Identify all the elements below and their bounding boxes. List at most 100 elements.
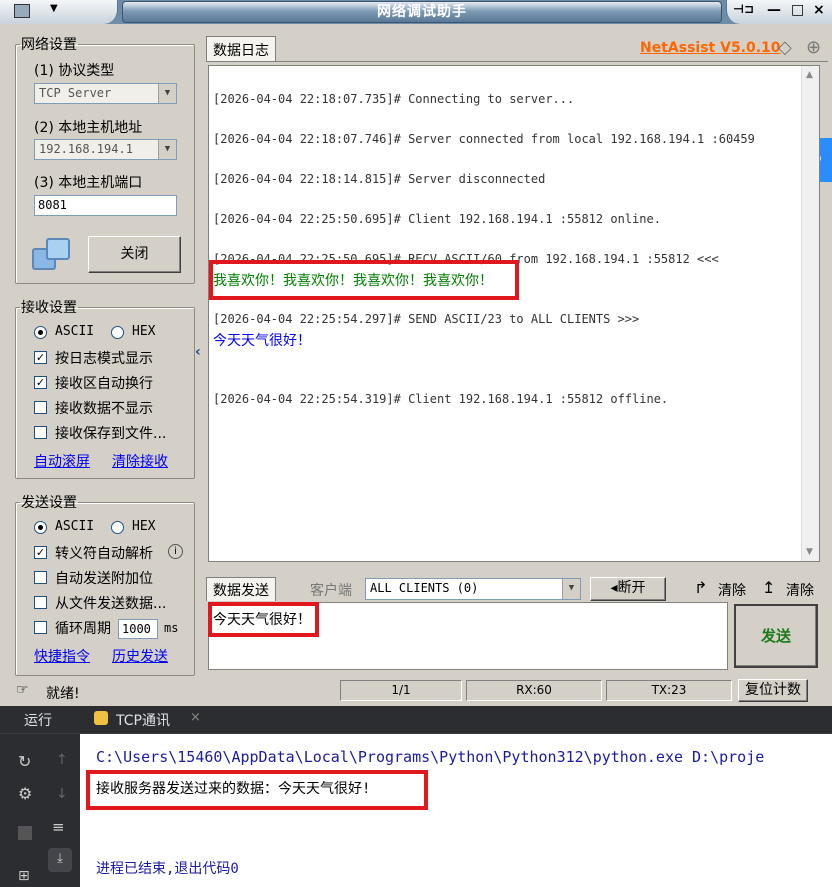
log-entry: [2026-04-04 22:18:07.735]# Connecting to… xyxy=(213,92,575,106)
host-select[interactable]: 192.168.194.1 ▼ xyxy=(34,139,177,160)
clear-all-icon[interactable]: ↥ xyxy=(762,578,775,597)
layout-icon[interactable]: ⊞ xyxy=(18,868,30,884)
receive-option-checkbox[interactable] xyxy=(34,401,47,414)
up-icon[interactable]: ↑ xyxy=(56,752,68,768)
chevron-down-icon[interactable]: ▼ xyxy=(562,579,580,599)
port-label: (3) 本地主机端口 xyxy=(34,175,143,191)
down-icon[interactable]: ↓ xyxy=(56,786,68,802)
send-option-checkbox[interactable] xyxy=(34,571,47,584)
stop-icon[interactable] xyxy=(18,826,32,840)
diamond-icon[interactable]: ◇ xyxy=(778,37,792,58)
loop-label: 循环周期 xyxy=(55,621,111,637)
log-entry: [2026-04-04 22:25:50.695]# Client 192.16… xyxy=(213,212,661,226)
highlight-box xyxy=(86,770,428,810)
send-button[interactable]: 发送 xyxy=(734,604,818,668)
send-option-checkbox[interactable] xyxy=(34,596,47,609)
send-option-label: 自动发送附加位 xyxy=(55,571,153,587)
send-hex-label: HEX xyxy=(132,519,156,534)
client-select[interactable]: ALL CLIENTS (0) ▼ xyxy=(365,578,581,600)
python-icon xyxy=(94,711,108,725)
tab-data-log[interactable]: 数据日志 xyxy=(206,36,276,62)
receive-hex-label: HEX xyxy=(132,324,156,339)
clear-send-icon[interactable]: ↱ xyxy=(694,578,707,597)
receive-option-label: 接收数据不显示 xyxy=(55,401,153,417)
protocol-select[interactable]: TCP Server ▼ xyxy=(34,83,177,104)
run-tab[interactable]: 运行 xyxy=(24,710,52,730)
history-link[interactable]: 历史发送 xyxy=(112,646,168,666)
protocol-label: (1) 协议类型 xyxy=(34,63,115,79)
client-value: ALL CLIENTS (0) xyxy=(370,581,479,595)
receive-option-checkbox[interactable]: ✓ xyxy=(34,376,47,389)
clear-send-label[interactable]: 清除 xyxy=(718,580,746,600)
disconnect-label: 断开 xyxy=(617,580,646,596)
network-settings-legend: 网络设置 xyxy=(21,37,77,53)
close-tab-icon[interactable]: × xyxy=(190,710,201,725)
send-ascii-label: ASCII xyxy=(55,519,95,534)
pin-icon[interactable]: ⊣⊐ xyxy=(733,2,754,16)
close-window-button[interactable]: × xyxy=(813,2,825,18)
status-tx: TX:23 xyxy=(606,680,732,701)
brand-link[interactable]: NetAssist V5.0.10 xyxy=(640,40,781,56)
receive-option-label: 接收保存到文件... xyxy=(55,426,167,442)
receive-option-checkbox[interactable]: ✓ xyxy=(34,351,47,364)
log-scrollbar[interactable]: ▲ ▼ xyxy=(801,66,819,561)
status-rx: RX:60 xyxy=(466,680,602,701)
scroll-up-icon[interactable]: ▲ xyxy=(806,70,813,80)
ide-toolbar: ↻ ↑ ⚙ ↓ ≡ ⤓ ⊞ xyxy=(0,734,80,887)
autoscroll-link[interactable]: 自动滚屏 xyxy=(34,451,90,471)
send-option-checkbox[interactable]: ✓ xyxy=(34,546,47,559)
app-menu-icon[interactable] xyxy=(14,4,30,18)
maximize-button[interactable]: □ xyxy=(791,2,804,18)
receive-option-checkbox[interactable] xyxy=(34,426,47,439)
disconnect-button[interactable]: ◂断开 xyxy=(590,577,666,601)
send-settings-legend: 发送设置 xyxy=(21,495,77,511)
tab-data-send[interactable]: 数据发送 xyxy=(206,577,276,601)
gear-icon[interactable]: ⚙ xyxy=(18,784,32,803)
shortcut-link[interactable]: 快捷指令 xyxy=(34,646,90,666)
chevron-down-icon[interactable]: ▼ xyxy=(50,3,58,14)
settings-icon[interactable]: ⊕ xyxy=(806,37,821,58)
highlight-box xyxy=(208,602,319,637)
host-label: (2) 本地主机地址 xyxy=(34,120,143,136)
soft-wrap-icon[interactable]: ≡ xyxy=(52,818,65,836)
highlight-box xyxy=(209,260,519,300)
receive-ascii-radio[interactable] xyxy=(34,326,47,339)
reset-counter-button[interactable]: 复位计数 xyxy=(738,679,808,702)
clear-all-label[interactable]: 清除 xyxy=(786,580,814,600)
receive-ascii-label: ASCII xyxy=(55,324,95,339)
collapse-panel-icon[interactable]: ‹ xyxy=(195,344,205,366)
protocol-value: TCP Server xyxy=(39,86,112,100)
console-exit: 进程已结束,退出代码0 xyxy=(96,861,239,877)
arrow-left-icon: ◂ xyxy=(610,580,618,596)
chevron-down-icon[interactable]: ▼ xyxy=(158,140,176,159)
log-entry: [2026-04-04 22:18:07.746]# Server connec… xyxy=(213,132,755,146)
clear-receive-link[interactable]: 清除接收 xyxy=(112,451,168,471)
send-ascii-radio[interactable] xyxy=(34,521,47,534)
scroll-end-icon[interactable]: ⤓ xyxy=(48,848,72,872)
client-label: 客户端 xyxy=(310,583,352,599)
receive-hex-radio[interactable] xyxy=(111,326,124,339)
log-entry: [2026-04-04 22:25:54.319]# Client 192.16… xyxy=(213,392,669,406)
tcp-file-tab[interactable]: TCP通讯 xyxy=(116,710,170,730)
rerun-icon[interactable]: ↻ xyxy=(18,752,31,771)
status-page: 1/1 xyxy=(340,680,462,701)
log-entry: [2026-04-04 22:25:54.297]# SEND ASCII/23… xyxy=(213,312,640,326)
close-connection-button[interactable]: 关闭 xyxy=(88,236,181,273)
console-output: C:\Users\15460\AppData\Local\Programs\Py… xyxy=(80,734,832,887)
title-menu-area[interactable]: ▼ xyxy=(0,0,118,24)
window-controls: ⊣⊐ — □ × xyxy=(726,0,832,24)
minimize-button[interactable]: — xyxy=(767,2,781,18)
loop-checkbox[interactable] xyxy=(34,621,47,634)
receive-option-label: 接收区自动换行 xyxy=(55,376,153,392)
info-icon[interactable]: i xyxy=(168,544,183,559)
pointing-hand-icon: ☞ xyxy=(16,682,29,698)
send-input-area[interactable]: 今天天气很好！ xyxy=(208,602,728,670)
port-input[interactable]: 8081 xyxy=(34,195,177,216)
scroll-down-icon[interactable]: ▼ xyxy=(806,547,813,557)
loop-unit: ms xyxy=(164,621,179,635)
sent-text: 今天天气很好！ xyxy=(213,333,311,349)
receive-settings-legend: 接收设置 xyxy=(21,300,77,316)
chevron-down-icon[interactable]: ▼ xyxy=(158,84,176,103)
send-hex-radio[interactable] xyxy=(111,521,124,534)
loop-interval-input[interactable]: 1000 xyxy=(118,619,158,639)
